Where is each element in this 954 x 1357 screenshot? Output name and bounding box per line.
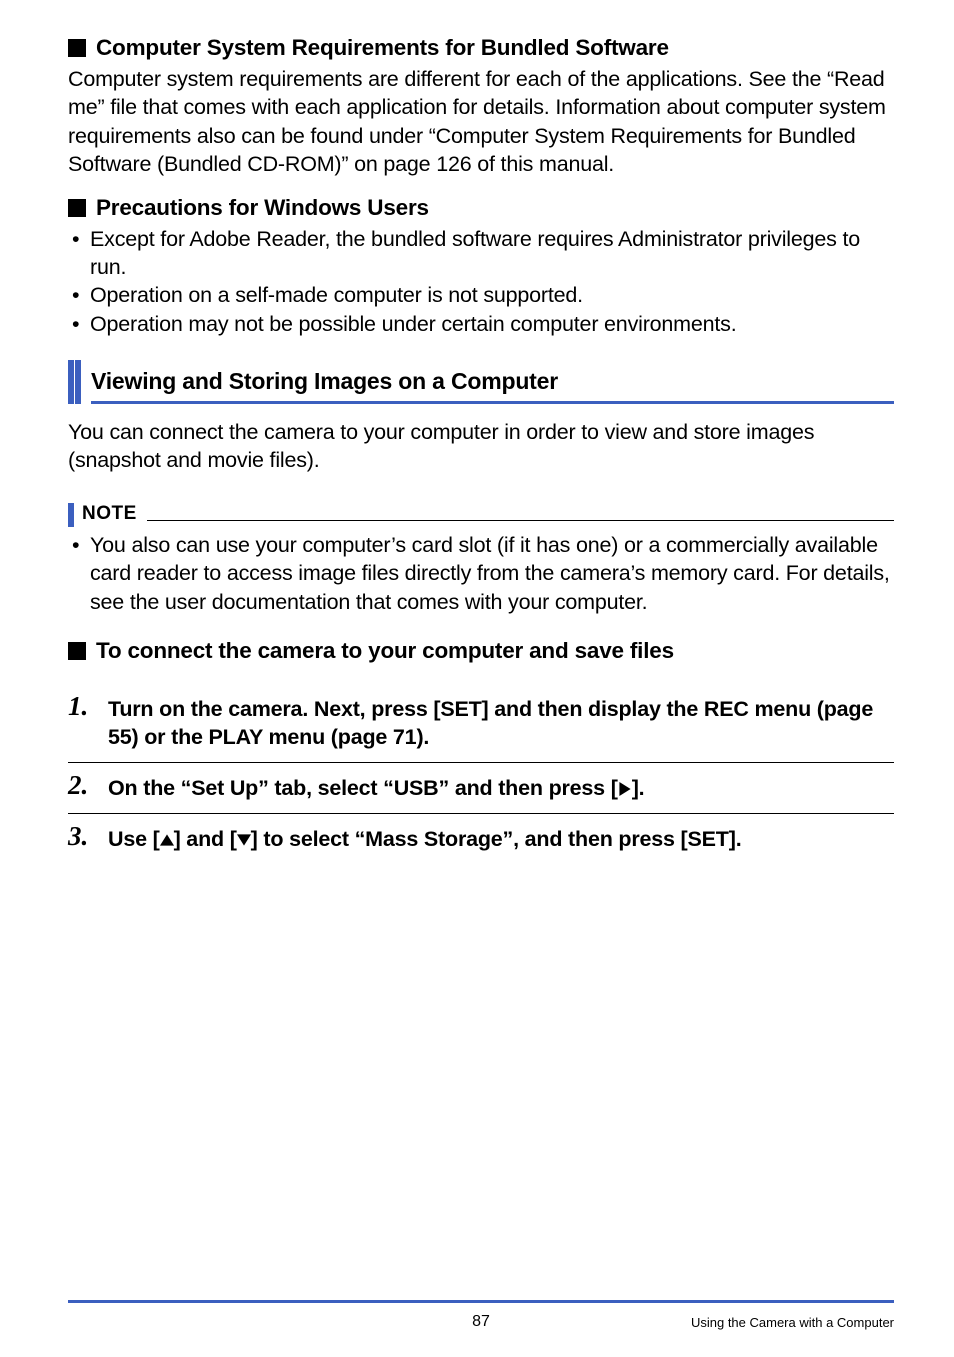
section-title: Viewing and Storing Images on a Computer [91, 368, 894, 395]
section-bar-icon [68, 360, 74, 404]
step-text: ] to select “Mass Storage”, and then pre… [251, 827, 742, 851]
paragraph: Computer system requirements are differe… [68, 65, 894, 179]
paragraph: You can connect the camera to your compu… [68, 418, 894, 475]
step-3: 3. Use [ ] and [ ] to select “Mass Storage… [68, 813, 894, 864]
heading-to-connect: To connect the camera to your computer a… [68, 638, 894, 664]
note-list: You also can use your computer’s card sl… [68, 531, 894, 616]
step-text: Use [ [108, 827, 160, 851]
footer-rule [68, 1300, 894, 1303]
step-1: 1. Turn on the camera. Next, press [SET]… [68, 684, 894, 762]
triangle-down-icon [237, 826, 251, 854]
heading-computer-system-requirements: Computer System Requirements for Bundled… [68, 35, 894, 61]
step-body: Use [ ] and [ ] to select “Mass Storage”, … [108, 822, 741, 854]
footer-caption: Using the Camera with a Computer [691, 1315, 894, 1330]
step-text: ] and [ [174, 827, 237, 851]
triangle-right-icon [618, 775, 632, 803]
list-item: Operation may not be possible under cert… [68, 310, 894, 338]
step-body: Turn on the camera. Next, press [SET] an… [108, 692, 894, 752]
section-underline [91, 401, 894, 404]
square-bullet-icon [68, 39, 86, 57]
note-bar-icon [68, 503, 74, 527]
note-label: NOTE [82, 503, 147, 527]
square-bullet-icon [68, 642, 86, 660]
square-bullet-icon [68, 199, 86, 217]
note-heading: NOTE [68, 503, 894, 527]
step-number: 2. [68, 771, 108, 803]
page: Computer System Requirements for Bundled… [0, 0, 954, 1357]
list-item: Operation on a self-made computer is not… [68, 281, 894, 309]
section-bar-icon [75, 360, 81, 404]
heading-text: To connect the camera to your computer a… [96, 638, 674, 664]
note-rule [147, 520, 894, 521]
bullet-list: Except for Adobe Reader, the bundled sof… [68, 225, 894, 339]
heading-text: Computer System Requirements for Bundled… [96, 35, 669, 61]
step-text: On the “Set Up” tab, select “USB” and th… [108, 776, 618, 800]
heading-precautions: Precautions for Windows Users [68, 195, 894, 221]
step-number: 1. [68, 692, 108, 752]
step-2: 2. On the “Set Up” tab, select “USB” and… [68, 762, 894, 813]
step-number: 3. [68, 822, 108, 854]
section-heading-viewing-storing: Viewing and Storing Images on a Computer [68, 360, 894, 404]
page-number: 87 [472, 1313, 490, 1331]
step-list: 1. Turn on the camera. Next, press [SET]… [68, 684, 894, 865]
list-item: Except for Adobe Reader, the bundled sof… [68, 225, 894, 282]
page-footer: 87 Using the Camera with a Computer [68, 1300, 894, 1331]
heading-text: Precautions for Windows Users [96, 195, 429, 221]
step-body: On the “Set Up” tab, select “USB” and th… [108, 771, 644, 803]
step-text: ]. [632, 776, 645, 800]
list-item: You also can use your computer’s card sl… [68, 531, 894, 616]
triangle-up-icon [160, 826, 174, 854]
